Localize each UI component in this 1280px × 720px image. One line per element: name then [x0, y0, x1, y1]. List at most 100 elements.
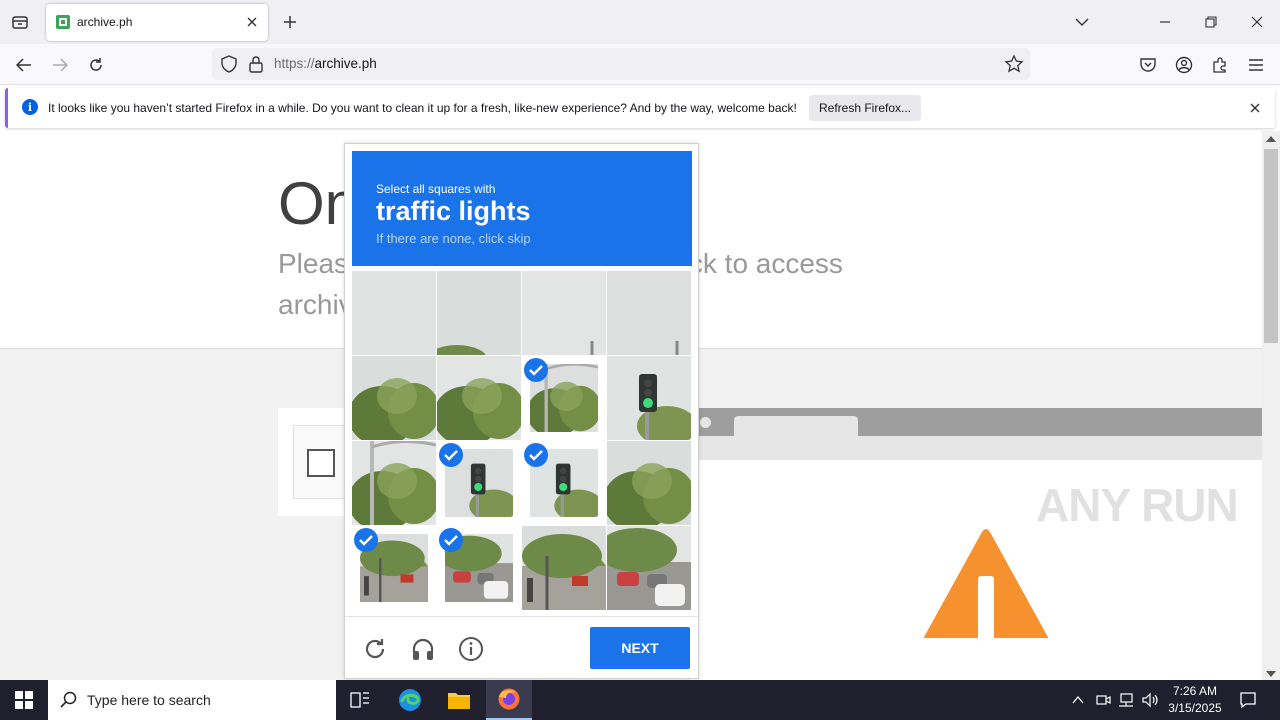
captcha-hint: If there are none, click skip [376, 231, 531, 246]
reload-challenge-icon[interactable] [360, 634, 390, 664]
captcha-tile-image [437, 356, 521, 440]
challenge-checkbox[interactable] [307, 449, 335, 477]
refresh-firefox-notification: i It looks like you haven’t started Fire… [5, 88, 1275, 128]
captcha-tile-image [522, 526, 606, 610]
illustration-tab [734, 416, 858, 436]
captcha-tile-image [352, 356, 436, 440]
captcha-tile[interactable] [352, 356, 436, 440]
minimize-icon[interactable] [1151, 8, 1179, 36]
captcha-target: traffic lights [376, 196, 531, 226]
page-scrollbar[interactable] [1262, 131, 1280, 680]
windows-start-icon[interactable] [0, 680, 48, 720]
captcha-header: Select all squares with traffic lights I… [352, 151, 692, 266]
pocket-icon[interactable] [1134, 51, 1162, 79]
captcha-tile-image [607, 356, 691, 440]
tracking-shield-icon[interactable] [220, 55, 238, 73]
chevron-down-icon[interactable] [1068, 8, 1096, 36]
captcha-tile[interactable] [522, 526, 606, 610]
network-icon[interactable] [1116, 690, 1136, 710]
captcha-tile[interactable] [522, 441, 606, 525]
captcha-tile-image [352, 441, 436, 525]
action-center-icon[interactable] [1236, 688, 1260, 712]
close-window-icon[interactable] [1243, 8, 1271, 36]
clock-time: 7:26 AM [1172, 684, 1218, 698]
url-bar[interactable]: https://archive.ph [212, 48, 1030, 80]
tile-selected-check-icon [354, 528, 378, 552]
url-host: archive.ph [314, 56, 377, 71]
captcha-footer: NEXT [345, 616, 698, 678]
close-notification-icon[interactable] [1247, 100, 1263, 116]
next-button[interactable]: NEXT [590, 627, 690, 669]
tile-selected-check-icon [439, 528, 463, 552]
tile-selected-check-icon [524, 443, 548, 467]
bookmark-star-icon[interactable] [1004, 54, 1024, 74]
illustration-titlebar [690, 408, 1262, 436]
warning-triangle-icon [923, 529, 1049, 638]
tray-chevron-up-icon[interactable] [1068, 690, 1088, 710]
account-icon[interactable] [1170, 51, 1198, 79]
captcha-tile-image [607, 526, 691, 610]
captcha-tile[interactable] [437, 271, 521, 355]
captcha-tile[interactable] [607, 271, 691, 355]
url-text[interactable]: https://archive.ph [274, 56, 377, 71]
file-explorer-icon[interactable] [436, 680, 482, 720]
close-tab-icon[interactable] [244, 14, 260, 30]
captcha-tile[interactable] [352, 526, 436, 610]
tab-title: archive.ph [77, 15, 133, 29]
notification-message: It looks like you haven’t started Firefo… [48, 101, 797, 115]
scrollbar-thumb[interactable] [1264, 149, 1278, 343]
archive-favicon-icon [56, 15, 70, 29]
forward-arrow-icon[interactable] [46, 51, 74, 79]
info-icon: i [22, 99, 38, 115]
captcha-tile[interactable] [437, 356, 521, 440]
refresh-firefox-button[interactable]: Refresh Firefox... [809, 95, 921, 121]
captcha-tile[interactable] [607, 356, 691, 440]
reload-icon[interactable] [82, 51, 110, 79]
illustration-addressbar [690, 436, 1262, 460]
illustration-dot [700, 417, 711, 428]
captcha-tile[interactable] [437, 526, 521, 610]
list-all-tabs-icon[interactable] [6, 10, 34, 34]
back-arrow-icon[interactable] [10, 51, 38, 79]
meet-now-icon[interactable] [1093, 690, 1113, 710]
restore-icon[interactable] [1197, 8, 1225, 36]
scroll-up-arrow-icon[interactable] [1266, 135, 1276, 143]
captcha-tile[interactable] [607, 526, 691, 610]
search-placeholder: Type here to search [87, 692, 211, 708]
url-scheme: https:// [274, 56, 315, 71]
captcha-tile-image [352, 271, 436, 355]
clock-date: 3/15/2025 [1168, 701, 1222, 715]
captcha-tile[interactable] [352, 441, 436, 525]
extensions-icon[interactable] [1206, 51, 1234, 79]
firefox-taskbar-icon[interactable] [486, 680, 532, 720]
edge-browser-icon[interactable] [387, 680, 433, 720]
captcha-tile[interactable] [607, 441, 691, 525]
browser-tab[interactable]: archive.ph [46, 4, 268, 41]
captcha-tile-image [607, 271, 691, 355]
navigation-toolbar: https://archive.ph [0, 44, 1280, 85]
new-tab-plus-icon[interactable] [278, 10, 302, 34]
captcha-prompt: Select all squares with [376, 182, 496, 196]
captcha-tile[interactable] [522, 356, 606, 440]
windows-taskbar: Type here to search 7:26 AM 3/15/2025 [0, 680, 1280, 720]
captcha-tile-image [437, 271, 521, 355]
lock-icon[interactable] [248, 55, 264, 73]
browser-illustration [690, 408, 1262, 680]
captcha-tile[interactable] [522, 271, 606, 355]
hamburger-menu-icon[interactable] [1242, 51, 1270, 79]
tile-selected-check-icon [524, 358, 548, 382]
system-clock[interactable]: 7:26 AM 3/15/2025 [1163, 683, 1227, 717]
captcha-tile-image [522, 271, 606, 355]
captcha-tile-image [607, 441, 691, 525]
captcha-challenge: Select all squares with traffic lights I… [344, 143, 699, 679]
captcha-image-grid [352, 271, 692, 611]
scroll-down-arrow-icon[interactable] [1266, 670, 1276, 678]
volume-icon[interactable] [1140, 690, 1162, 710]
info-circle-icon[interactable] [456, 634, 486, 664]
task-view-icon[interactable] [337, 680, 383, 720]
captcha-tile[interactable] [352, 271, 436, 355]
audio-challenge-headphones-icon[interactable] [408, 634, 438, 664]
taskbar-search-box[interactable]: Type here to search [48, 680, 336, 720]
tile-selected-check-icon [439, 443, 463, 467]
captcha-tile[interactable] [437, 441, 521, 525]
